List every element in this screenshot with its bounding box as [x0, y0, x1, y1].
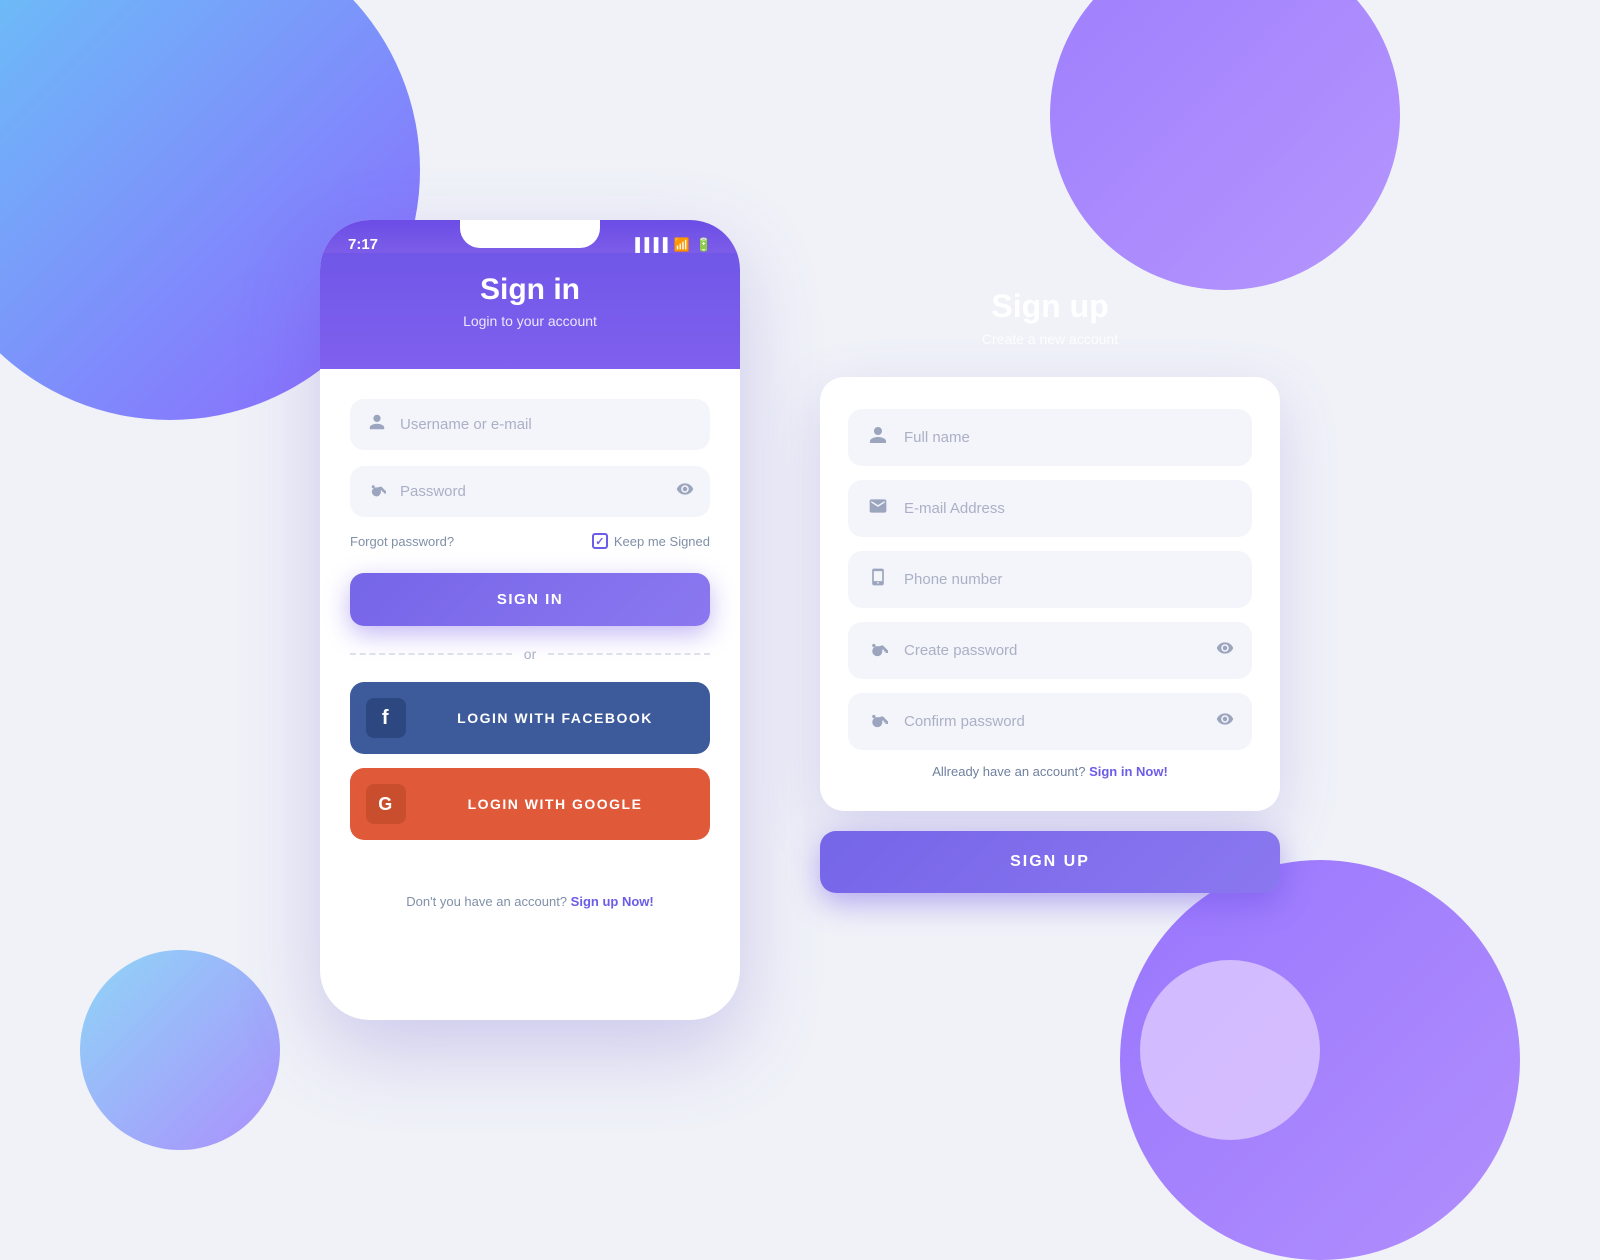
signin-subtitle: Login to your account — [350, 313, 710, 329]
eye-toggle-icon[interactable] — [676, 480, 694, 503]
or-text: or — [524, 646, 536, 662]
phone-icon — [866, 567, 890, 592]
signup-header: Sign up Create a new account — [820, 268, 1280, 377]
phone-input[interactable] — [904, 571, 1234, 588]
username-input[interactable] — [400, 416, 694, 433]
email-input-group — [848, 480, 1252, 537]
facebook-icon: f — [366, 698, 406, 738]
or-line-left — [350, 653, 512, 655]
phone-input-group — [848, 551, 1252, 608]
wifi-icon: 📶 — [674, 237, 690, 253]
fullname-input-group — [848, 409, 1252, 466]
create-password-eye-icon[interactable] — [1216, 639, 1234, 662]
status-icons: ▐▐▐▐ 📶 🔋 — [631, 237, 712, 253]
confirm-password-eye-icon[interactable] — [1216, 710, 1234, 733]
google-button-label: LOGIN WITH GOOGLE — [416, 796, 694, 812]
or-divider: or — [350, 646, 710, 662]
user-icon-signup — [866, 425, 890, 450]
or-line-right — [548, 653, 710, 655]
form-options: Forgot password? Keep me Signed — [350, 533, 710, 549]
facebook-button-label: LOGIN WITH FACEBOOK — [416, 710, 694, 726]
keep-signed-container: Keep me Signed — [592, 533, 710, 549]
password-input-group — [350, 466, 710, 517]
forgot-password-link[interactable]: Forgot password? — [350, 534, 454, 549]
signal-icon: ▐▐▐▐ — [631, 237, 668, 252]
signin-header: Sign in Login to your account — [320, 253, 740, 369]
already-text: Allready have an account? — [932, 764, 1085, 779]
email-input[interactable] — [904, 500, 1234, 517]
signup-title: Sign up — [820, 288, 1280, 325]
email-icon — [866, 496, 890, 521]
signup-link[interactable]: Sign up Now! — [571, 894, 654, 909]
battery-icon: 🔋 — [696, 237, 712, 253]
create-password-input-group — [848, 622, 1252, 679]
create-password-input[interactable] — [904, 642, 1202, 659]
fullname-input[interactable] — [904, 429, 1234, 446]
key-icon-signup — [866, 638, 890, 663]
keep-signed-checkbox[interactable] — [592, 533, 608, 549]
facebook-login-button[interactable]: f LOGIN WITH FACEBOOK — [350, 682, 710, 754]
status-time: 7:17 — [348, 236, 378, 253]
google-login-button[interactable]: G LOGIN WITH GOOGLE — [350, 768, 710, 840]
user-icon — [366, 413, 388, 436]
signin-body: Forgot password? Keep me Signed SIGN IN … — [320, 369, 740, 884]
signup-card: Allready have an account? Sign in Now! — [820, 377, 1280, 811]
phone-notch — [460, 220, 600, 248]
signup-button[interactable]: SIGN UP — [820, 831, 1280, 893]
already-account-text: Allready have an account? Sign in Now! — [848, 764, 1252, 779]
key-icon-confirm — [866, 709, 890, 734]
confirm-password-input-group — [848, 693, 1252, 750]
signin-button[interactable]: SIGN IN — [350, 573, 710, 626]
signin-title: Sign in — [350, 273, 710, 307]
page-container: 7:17 ▐▐▐▐ 📶 🔋 Sign in Login to your acco… — [0, 0, 1600, 1200]
signup-subtitle: Create a new account — [820, 331, 1280, 347]
footer-text: Don't you have an account? — [406, 894, 567, 909]
signup-panel: Sign up Create a new account — [820, 268, 1280, 893]
password-input[interactable] — [400, 483, 664, 500]
google-icon: G — [366, 784, 406, 824]
confirm-password-input[interactable] — [904, 713, 1202, 730]
signin-now-link[interactable]: Sign in Now! — [1089, 764, 1168, 779]
key-icon — [366, 480, 388, 503]
signin-footer: Don't you have an account? Sign up Now! — [320, 884, 740, 933]
phone-mockup: 7:17 ▐▐▐▐ 📶 🔋 Sign in Login to your acco… — [320, 220, 740, 1020]
username-input-group — [350, 399, 710, 450]
keep-signed-label: Keep me Signed — [614, 534, 710, 549]
